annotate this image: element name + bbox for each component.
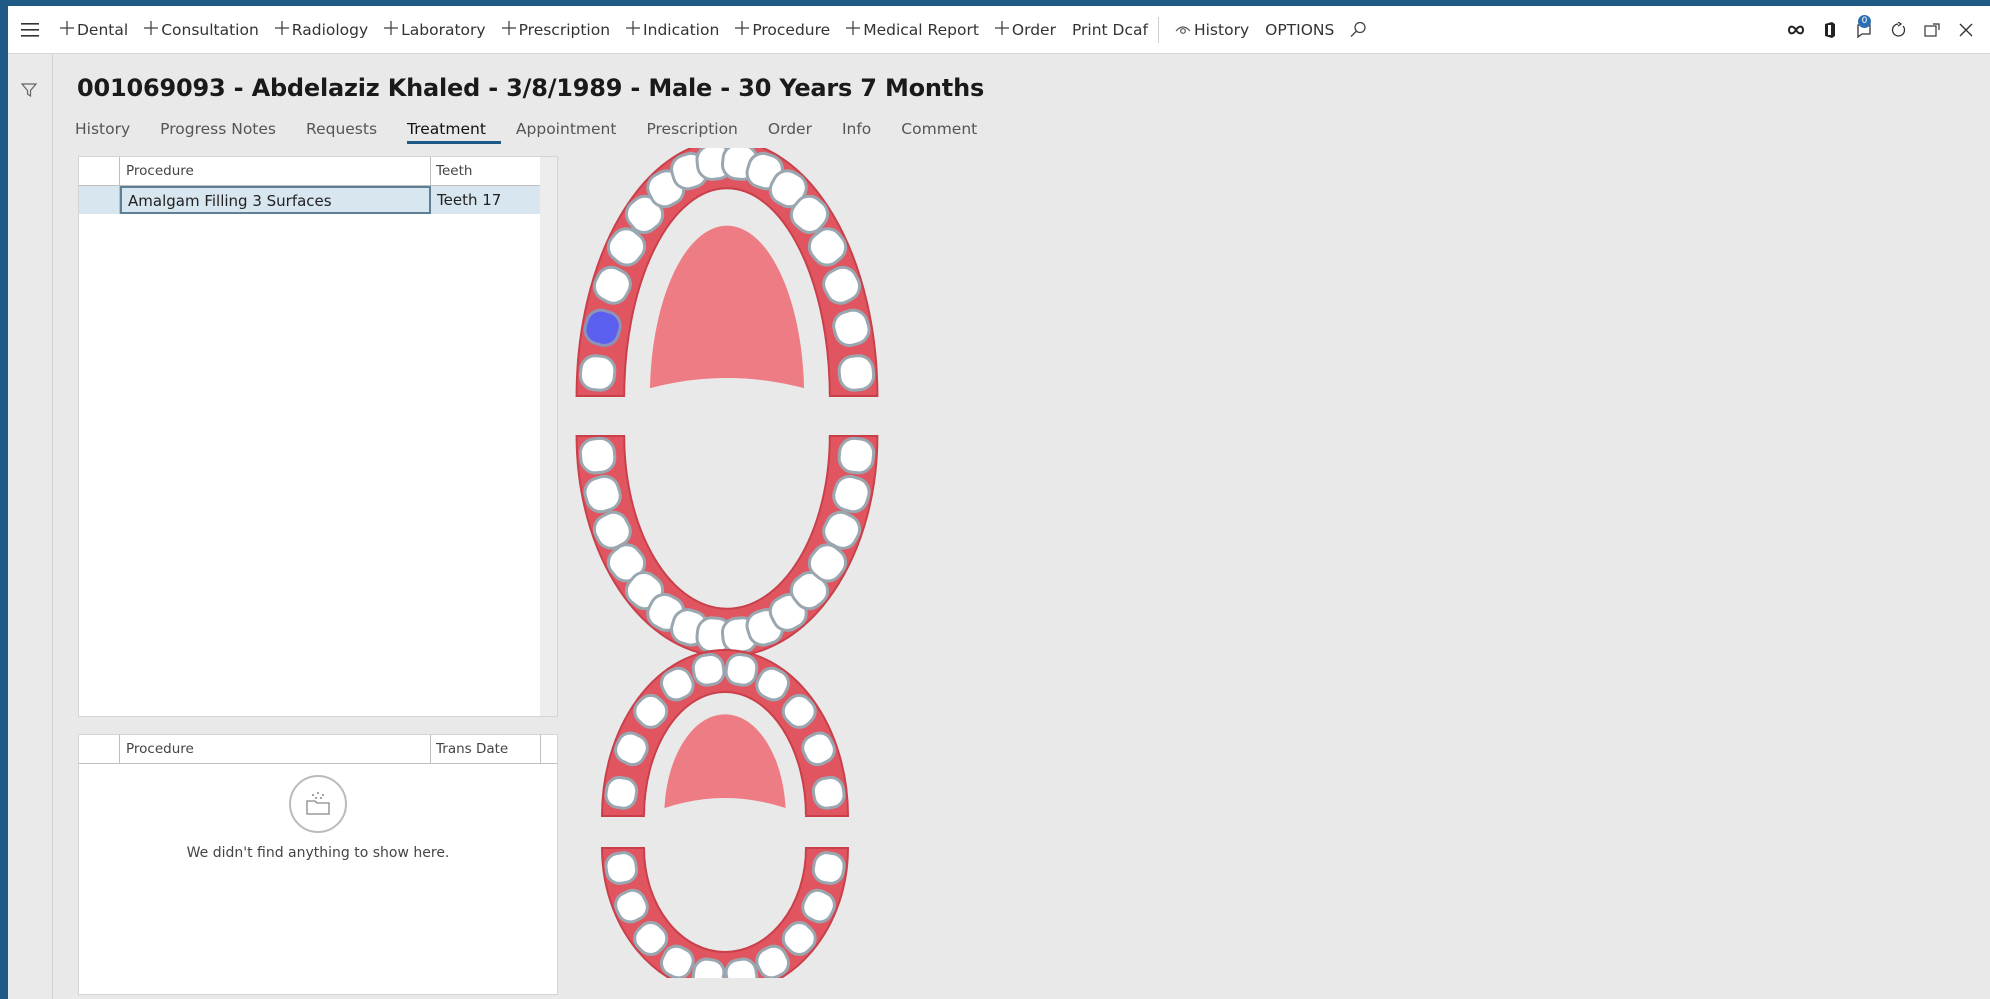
add-indication-button[interactable]: Indication	[618, 6, 727, 53]
plus-icon	[846, 20, 861, 39]
patient-header: 001069093 - Abdelaziz Khaled - 3/8/1989 …	[77, 74, 985, 102]
select-all-cell[interactable]	[79, 735, 120, 763]
tooth-child-upper-10[interactable]	[811, 776, 846, 810]
column-header-procedure[interactable]: Procedure	[120, 735, 431, 763]
tooth-adult-upper-16[interactable]	[837, 354, 876, 392]
action-list: Dental Consultation Radiology Laboratory…	[52, 6, 1375, 53]
search-icon[interactable]	[1342, 6, 1375, 53]
plus-icon	[735, 20, 750, 39]
action-label: OPTIONS	[1265, 20, 1335, 39]
add-dental-button[interactable]: Dental	[52, 6, 136, 53]
options-button[interactable]: OPTIONS	[1257, 6, 1342, 53]
plus-icon	[144, 20, 159, 39]
tooth-adult-upper-1[interactable]	[578, 354, 617, 392]
tooth-adult-lower-1[interactable]	[578, 436, 617, 475]
action-label: Procedure	[752, 20, 831, 39]
table-row[interactable]: Amalgam Filling 3 Surfaces Teeth 17	[79, 186, 557, 214]
column-header-trans-date[interactable]: Trans Date	[431, 735, 541, 763]
plus-icon	[60, 20, 74, 39]
action-label: Consultation	[161, 20, 259, 39]
action-label: Medical Report	[863, 20, 979, 39]
plus-icon	[626, 20, 641, 39]
procedure-cell[interactable]: Amalgam Filling 3 Surfaces	[120, 186, 431, 214]
empty-folder-icon	[289, 775, 347, 833]
plus-icon	[501, 20, 516, 39]
empty-state: We didn't find anything to show here.	[79, 775, 557, 861]
empty-message: We didn't find anything to show here.	[186, 845, 450, 861]
tab-history[interactable]: History	[75, 120, 145, 144]
plus-icon	[384, 20, 399, 39]
tab-order[interactable]: Order	[768, 120, 827, 144]
dental-chart-svg	[575, 139, 879, 995]
column-header-procedure[interactable]: Procedure	[120, 157, 431, 185]
grid-header: Procedure Trans Date	[79, 735, 557, 764]
refresh-icon[interactable]	[1888, 20, 1908, 40]
print-dcaf-button[interactable]: Print Dcaf	[1064, 6, 1167, 53]
vertical-scrollbar[interactable]	[540, 157, 557, 716]
treatment-grid: Procedure Teeth Amalgam Filling 3 Surfac…	[78, 156, 558, 717]
action-label: History	[1193, 20, 1250, 39]
add-prescription-button[interactable]: Prescription	[494, 6, 618, 53]
tab-appointment[interactable]: Appointment	[516, 120, 632, 144]
plus-icon	[994, 20, 1009, 39]
action-label: Radiology	[291, 20, 369, 39]
tab-info[interactable]: Info	[842, 120, 886, 144]
add-radiology-button[interactable]: Radiology	[267, 6, 376, 53]
column-header-teeth[interactable]: Teeth	[431, 157, 541, 185]
action-label: Indication	[643, 20, 720, 39]
tooth-child-lower-1[interactable]	[604, 851, 639, 885]
action-label: Dental	[77, 20, 129, 39]
select-all-cell[interactable]	[79, 157, 120, 185]
add-laboratory-button[interactable]: Laboratory	[376, 6, 493, 53]
tooth-child-upper-1[interactable]	[604, 776, 639, 810]
add-procedure-button[interactable]: Procedure	[727, 6, 838, 53]
filter-icon[interactable]	[20, 82, 38, 102]
window-controls: 0	[1786, 14, 1990, 40]
tooth-adult-lower-16[interactable]	[837, 436, 876, 475]
dental-chart	[570, 139, 890, 995]
add-order-button[interactable]: Order	[987, 6, 1064, 53]
divider	[1157, 16, 1159, 43]
eye-icon	[1175, 21, 1191, 39]
adult-upper-palate	[649, 225, 805, 396]
history-grid: Procedure Trans Date We didn't find anyt…	[78, 734, 558, 995]
popout-icon[interactable]	[1922, 20, 1942, 40]
notification-badge: 0	[1858, 14, 1871, 28]
office-icon[interactable]	[1820, 20, 1840, 40]
teeth-cell[interactable]: Teeth 17	[431, 186, 541, 214]
add-medical-report-button[interactable]: Medical Report	[838, 6, 987, 53]
tooth-child-upper-6[interactable]	[724, 652, 759, 687]
left-rail	[8, 54, 53, 999]
action-label: Laboratory	[401, 20, 486, 39]
plus-icon	[274, 20, 289, 39]
tab-strip: History Progress Notes Requests Treatmen…	[75, 120, 1007, 144]
tab-requests[interactable]: Requests	[306, 120, 392, 144]
command-bar: Dental Consultation Radiology Laboratory…	[8, 6, 1990, 54]
action-label: Order	[1011, 20, 1056, 39]
tooth-child-lower-10[interactable]	[811, 851, 846, 885]
add-consultation-button[interactable]: Consultation	[136, 6, 267, 53]
history-button[interactable]: History	[1167, 6, 1257, 53]
infinity-icon[interactable]	[1786, 20, 1806, 40]
tab-progress-notes[interactable]: Progress Notes	[160, 120, 291, 144]
action-label: Prescription	[518, 20, 611, 39]
notification-icon[interactable]: 0	[1854, 14, 1874, 40]
action-label: Print Dcaf	[1071, 20, 1148, 39]
close-icon[interactable]	[1956, 20, 1976, 40]
row-select-cell[interactable]	[79, 186, 120, 214]
grid-header: Procedure Teeth	[79, 157, 557, 186]
tooth-child-upper-5[interactable]	[691, 652, 726, 687]
tab-comment[interactable]: Comment	[901, 120, 992, 144]
hamburger-icon[interactable]	[8, 6, 52, 53]
tab-prescription[interactable]: Prescription	[646, 120, 752, 144]
tab-treatment[interactable]: Treatment	[407, 120, 501, 144]
window-frame-left	[0, 0, 8, 999]
